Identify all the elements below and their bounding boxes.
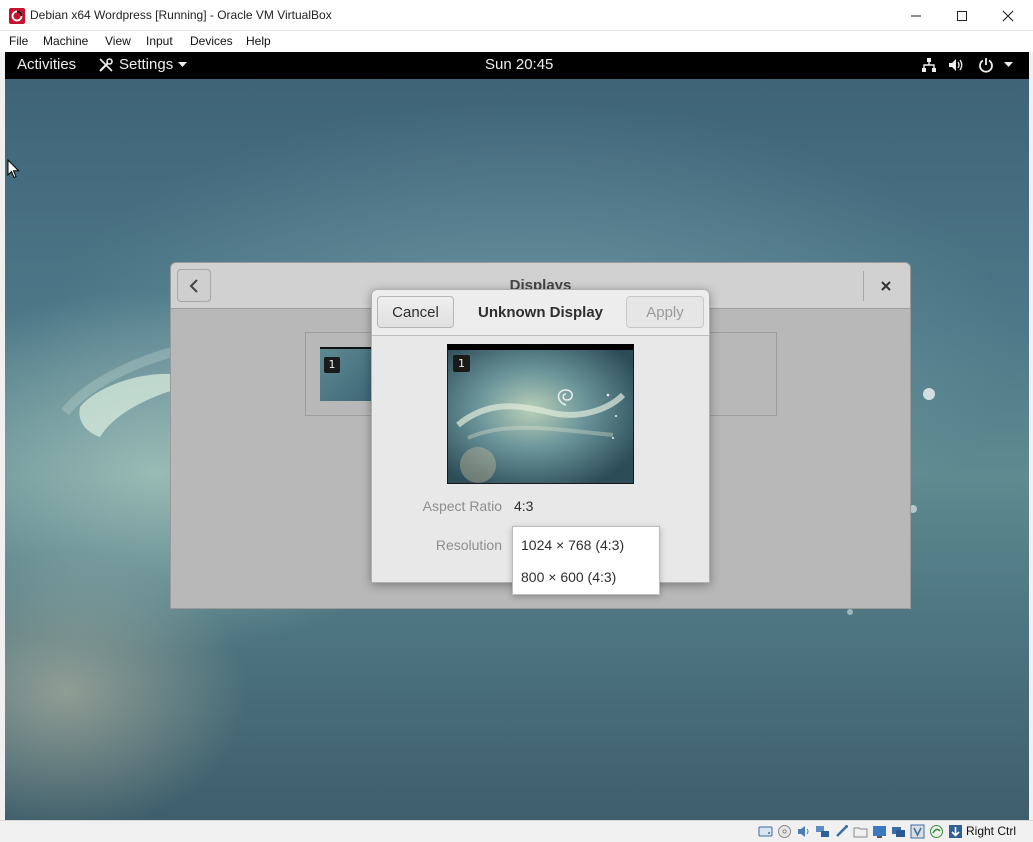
recording-icon[interactable] [910,824,925,839]
power-icon[interactable] [978,57,994,73]
vbox-statusbar: Right Ctrl [0,820,1033,842]
display-thumbnail[interactable]: 1 [320,347,372,401]
display-preview: 1 [447,344,634,484]
wallpaper-preview [448,350,633,483]
minimize-icon [911,15,921,16]
mouse-integration-icon[interactable] [948,824,963,839]
window-title: Debian x64 Wordpress [Running] - Oracle … [30,8,332,22]
minimize-button[interactable] [893,0,939,31]
settings-app-menu[interactable]: Settings [98,56,188,73]
menu-help[interactable]: Help [246,34,271,48]
network-icon[interactable] [815,824,830,839]
menu-file[interactable]: File [9,34,28,48]
cancel-button[interactable]: Cancel [377,296,454,328]
video-capture-icon[interactable] [891,824,906,839]
clock[interactable]: Sun 20:45 [485,56,553,73]
network-wired-icon[interactable] [921,57,937,73]
host-key-label[interactable]: Right Ctrl [966,824,1016,838]
wrench-screwdriver-icon [99,57,113,72]
dialog-title: Unknown Display [477,304,604,321]
gnome-topbar: Activities Settings Sun 20:45 [5,52,1029,79]
system-menu-chevron-icon[interactable] [1004,62,1013,68]
header-separator [863,271,864,301]
display-number-badge: 1 [453,355,470,372]
cpu-icon[interactable] [929,824,944,839]
mouse-pointer-icon [7,159,20,179]
close-icon [1002,10,1014,21]
chevron-down-icon [178,61,188,67]
activities-button[interactable]: Activities [17,56,76,73]
hard-disk-icon[interactable] [758,824,773,839]
menu-devices[interactable]: Devices [190,34,233,48]
close-window-button[interactable] [985,0,1031,31]
apply-button[interactable]: Apply [626,296,704,328]
settings-label: Settings [119,56,174,73]
aspect-ratio-value: 4:3 [514,498,534,514]
close-icon [881,281,891,291]
resolution-option-800x600[interactable]: 800 × 600 (4:3) [521,569,616,585]
display-number-badge: 1 [324,357,340,373]
optical-drive-icon[interactable] [777,824,792,839]
resolution-option-1024x768[interactable]: 1024 × 768 (4:3) [521,537,624,553]
displays-close-button[interactable] [876,276,896,296]
volume-icon[interactable] [948,57,964,73]
resolution-dropdown[interactable]: 1024 × 768 (4:3) 800 × 600 (4:3) [512,526,660,595]
vbox-titlebar: Debian x64 Wordpress [Running] - Oracle … [0,0,1033,31]
audio-icon[interactable] [796,824,811,839]
menu-view[interactable]: View [105,34,131,48]
shared-folders-icon[interactable] [853,824,868,839]
vbox-menubar: File Machine View Input Devices Help [0,31,1033,52]
maximize-icon [957,10,967,21]
dialog-headerbar: Cancel Unknown Display Apply [372,290,709,336]
resolution-label: Resolution [435,537,502,553]
maximize-button[interactable] [939,0,985,31]
guest-screen[interactable]: Activities Settings Sun 20:45 Displays 1… [5,52,1029,820]
menu-machine[interactable]: Machine [43,34,88,48]
menu-input[interactable]: Input [146,34,173,48]
usb-icon[interactable] [834,824,849,839]
aspect-ratio-label: Aspect Ratio [422,498,502,514]
vbox-app-icon [9,8,25,24]
display-icon[interactable] [872,824,887,839]
